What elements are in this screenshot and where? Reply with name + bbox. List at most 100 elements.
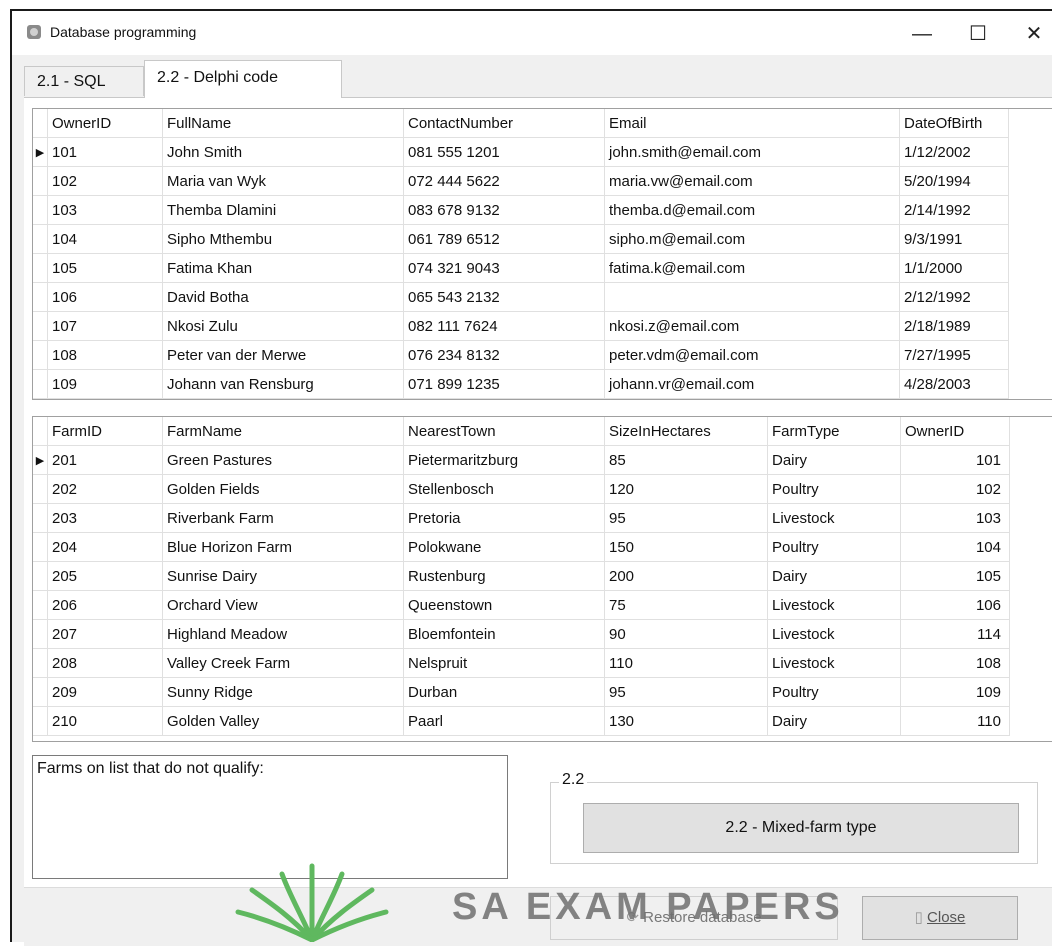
table-cell[interactable]: Livestock — [767, 619, 901, 649]
table-cell[interactable]: fatima.k@email.com — [604, 253, 900, 283]
table-cell[interactable]: 102 — [900, 474, 1010, 504]
table-cell[interactable]: 109 — [900, 677, 1010, 707]
table-row[interactable]: 102 Maria van Wyk 072 444 5622 maria.vw@ema… — [33, 166, 1009, 196]
table-cell[interactable]: 208 — [47, 648, 163, 678]
table-cell[interactable]: 5/20/1994 — [899, 166, 1009, 196]
table-cell[interactable]: 106 — [47, 282, 163, 312]
table-cell[interactable]: Fatima Khan — [162, 253, 404, 283]
table-cell[interactable]: Pietermaritzburg — [403, 445, 605, 475]
table-cell[interactable]: 082 111 7624 — [403, 311, 605, 341]
table-cell[interactable]: 106 — [900, 590, 1010, 620]
table-row[interactable]: 106 David Botha 065 543 2132 2/12/1992 — [33, 282, 1009, 312]
table-cell[interactable]: 90 — [604, 619, 768, 649]
owners-grid[interactable]: OwnerID FullName ContactNumber Email Dat… — [32, 108, 1052, 400]
table-row[interactable]: 209 Sunny Ridge Durban 95 Poultry 109 — [33, 677, 1010, 707]
table-cell[interactable]: 103 — [47, 195, 163, 225]
table-cell[interactable]: 071 899 1235 — [403, 369, 605, 399]
mixed-farm-type-button[interactable]: 2.2 - Mixed-farm type — [583, 803, 1019, 853]
table-row[interactable]: 207 Highland Meadow Bloemfontein 90 Livestoc… — [33, 619, 1010, 649]
table-cell[interactable]: 110 — [604, 648, 768, 678]
table-cell[interactable]: Polokwane — [403, 532, 605, 562]
table-cell[interactable]: 065 543 2132 — [403, 282, 605, 312]
tab-sql[interactable]: 2.1 - SQL — [24, 66, 144, 96]
table-cell[interactable]: maria.vw@email.com — [604, 166, 900, 196]
table-cell[interactable]: Johann van Rensburg — [162, 369, 404, 399]
table-row[interactable]: 105 Fatima Khan 074 321 9043 fatima.k@email… — [33, 253, 1009, 283]
table-cell[interactable]: 110 — [900, 706, 1010, 736]
table-cell[interactable]: themba.d@email.com — [604, 195, 900, 225]
table-row[interactable]: 205 Sunrise Dairy Rustenburg 200 Dairy 105 — [33, 561, 1010, 591]
table-cell[interactable]: Sunrise Dairy — [162, 561, 404, 591]
table-cell[interactable]: 1/1/2000 — [899, 253, 1009, 283]
table-cell[interactable]: Queenstown — [403, 590, 605, 620]
table-cell[interactable]: 101 — [900, 445, 1010, 475]
column-header[interactable]: FarmType — [767, 417, 901, 446]
table-cell[interactable]: Green Pastures — [162, 445, 404, 475]
table-cell[interactable]: Sipho Mthembu — [162, 224, 404, 254]
table-cell[interactable]: 2/12/1992 — [899, 282, 1009, 312]
table-cell[interactable]: Livestock — [767, 503, 901, 533]
column-header[interactable]: ContactNumber — [403, 109, 605, 138]
minimize-button[interactable]: — — [902, 19, 942, 49]
table-cell[interactable]: 083 678 9132 — [403, 195, 605, 225]
table-row[interactable]: 109 Johann van Rensburg 071 899 1235 johann… — [33, 369, 1009, 399]
table-cell[interactable]: 7/27/1995 — [899, 340, 1009, 370]
table-row[interactable]: 103 Themba Dlamini 083 678 9132 themba.d@em… — [33, 195, 1009, 225]
table-cell[interactable]: 210 — [47, 706, 163, 736]
table-cell[interactable]: 209 — [47, 677, 163, 707]
close-button[interactable]: ▯ Close — [862, 896, 1018, 940]
table-cell[interactable]: Nelspruit — [403, 648, 605, 678]
table-cell[interactable] — [604, 282, 900, 312]
table-cell[interactable]: 108 — [900, 648, 1010, 678]
table-cell[interactable]: Rustenburg — [403, 561, 605, 591]
table-cell[interactable]: 203 — [47, 503, 163, 533]
table-row[interactable]: 203 Riverbank Farm Pretoria 95 Livestock 103 — [33, 503, 1010, 533]
table-cell[interactable]: 200 — [604, 561, 768, 591]
farms-grid[interactable]: FarmID FarmName NearestTown SizeInHectar… — [32, 416, 1052, 742]
table-cell[interactable]: 2/18/1989 — [899, 311, 1009, 341]
table-cell[interactable]: 072 444 5622 — [403, 166, 605, 196]
column-header[interactable]: DateOfBirth — [899, 109, 1009, 138]
table-cell[interactable]: John Smith — [162, 137, 404, 167]
table-row[interactable]: ▶ 201 Green Pastures Pietermaritzburg 85 Dair… — [33, 445, 1010, 475]
column-header[interactable]: FarmID — [47, 417, 163, 446]
table-cell[interactable]: 081 555 1201 — [403, 137, 605, 167]
table-row[interactable]: 104 Sipho Mthembu 061 789 6512 sipho.m@emai… — [33, 224, 1009, 254]
table-cell[interactable]: sipho.m@email.com — [604, 224, 900, 254]
table-cell[interactable]: 4/28/2003 — [899, 369, 1009, 399]
table-cell[interactable]: peter.vdm@email.com — [604, 340, 900, 370]
table-cell[interactable]: 207 — [47, 619, 163, 649]
column-header[interactable]: FarmName — [162, 417, 404, 446]
table-cell[interactable]: Bloemfontein — [403, 619, 605, 649]
table-cell[interactable]: Themba Dlamini — [162, 195, 404, 225]
table-cell[interactable]: 120 — [604, 474, 768, 504]
table-cell[interactable]: 1/12/2002 — [899, 137, 1009, 167]
table-cell[interactable]: 105 — [900, 561, 1010, 591]
table-cell[interactable]: 104 — [900, 532, 1010, 562]
table-cell[interactable]: Sunny Ridge — [162, 677, 404, 707]
table-cell[interactable]: Poultry — [767, 677, 901, 707]
table-cell[interactable]: 2/14/1992 — [899, 195, 1009, 225]
table-cell[interactable]: Poultry — [767, 474, 901, 504]
table-cell[interactable]: 109 — [47, 369, 163, 399]
maximize-button[interactable]: ☐ — [958, 19, 998, 49]
table-cell[interactable]: Dairy — [767, 445, 901, 475]
table-cell[interactable]: 9/3/1991 — [899, 224, 1009, 254]
table-cell[interactable]: nkosi.z@email.com — [604, 311, 900, 341]
table-cell[interactable]: 95 — [604, 677, 768, 707]
table-cell[interactable]: Highland Meadow — [162, 619, 404, 649]
table-row[interactable]: 208 Valley Creek Farm Nelspruit 110 Livestoc… — [33, 648, 1010, 678]
table-cell[interactable]: 201 — [47, 445, 163, 475]
table-cell[interactable]: 105 — [47, 253, 163, 283]
table-cell[interactable]: Maria van Wyk — [162, 166, 404, 196]
tab-delphi-code[interactable]: 2.2 - Delphi code — [144, 60, 342, 98]
table-cell[interactable]: 102 — [47, 166, 163, 196]
table-cell[interactable]: Riverbank Farm — [162, 503, 404, 533]
table-cell[interactable]: Pretoria — [403, 503, 605, 533]
column-header[interactable]: Email — [604, 109, 900, 138]
column-header[interactable]: FullName — [162, 109, 404, 138]
table-cell[interactable]: Blue Horizon Farm — [162, 532, 404, 562]
table-cell[interactable]: Orchard View — [162, 590, 404, 620]
column-header[interactable]: OwnerID — [900, 417, 1010, 446]
table-cell[interactable]: 206 — [47, 590, 163, 620]
